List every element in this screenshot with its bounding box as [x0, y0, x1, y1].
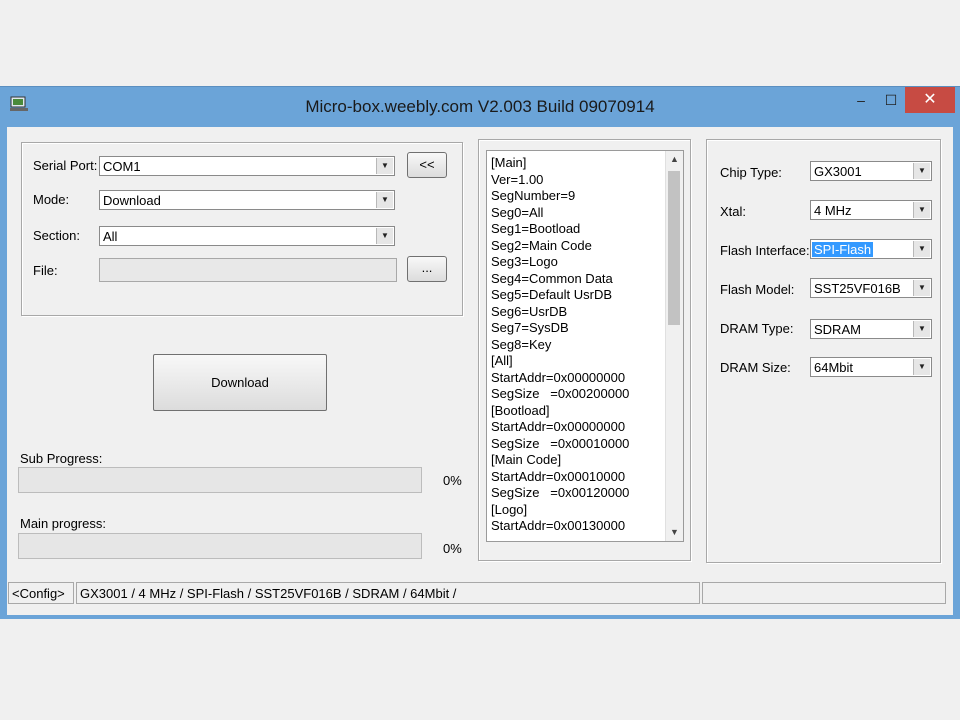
- dram-type-value: SDRAM: [814, 322, 861, 337]
- flash-interface-select[interactable]: SPI-Flash ▼: [810, 239, 932, 259]
- dram-size-value: 64Mbit: [814, 360, 854, 375]
- config-line: Seg7=SysDB: [491, 320, 569, 335]
- maximize-button[interactable]: ☐: [878, 87, 904, 113]
- chevron-down-icon[interactable]: ▼: [913, 359, 930, 375]
- minimize-button[interactable]: ‒: [848, 87, 874, 113]
- xtal-select[interactable]: 4 MHz ▼: [810, 200, 932, 220]
- dram-type-select[interactable]: SDRAM ▼: [810, 319, 932, 339]
- config-line: SegNumber=9: [491, 188, 576, 203]
- section-value: All: [103, 229, 118, 244]
- config-line: StartAddr=0x00000000: [491, 419, 626, 434]
- config-line: [All]: [491, 353, 513, 368]
- config-line: Seg1=Bootload: [491, 221, 581, 236]
- config-line: SegSize =0x00120000: [491, 485, 630, 500]
- flash-model-label: Flash Model:: [720, 282, 795, 297]
- mode-value: Download: [103, 193, 161, 208]
- xtal-value: 4 MHz: [814, 203, 852, 218]
- chevron-down-icon[interactable]: ▼: [376, 158, 393, 174]
- serial-port-select[interactable]: COM1 ▼: [99, 156, 395, 176]
- section-label: Section:: [33, 228, 80, 243]
- sub-progress-percent: 0%: [443, 473, 462, 488]
- config-line: Seg5=Default UsrDB: [491, 287, 613, 302]
- config-line: Ver=1.00: [491, 171, 544, 187]
- flash-model-value: SST25VF016B: [814, 281, 901, 296]
- config-line: [Main Code]: [491, 452, 562, 467]
- browse-button[interactable]: ...: [407, 256, 447, 282]
- serial-port-value: COM1: [103, 159, 141, 174]
- config-line: [Bootload]: [491, 402, 550, 418]
- config-lines: [Main] Ver=1.00 SegNumber=9 Seg0=All Seg1=Bo…: [491, 155, 661, 535]
- config-line: [Main]: [491, 155, 527, 170]
- chip-type-label: Chip Type:: [720, 165, 782, 180]
- config-line: Seg6=UsrDB: [491, 303, 568, 319]
- chevron-down-icon[interactable]: ▼: [913, 280, 930, 296]
- file-label: File:: [33, 263, 58, 278]
- status-extra-pane: [702, 582, 946, 604]
- chevron-down-icon[interactable]: ▼: [913, 202, 930, 218]
- config-line: Seg3=Logo: [491, 254, 558, 269]
- file-path-input[interactable]: [99, 258, 397, 282]
- config-status-button[interactable]: <Config>: [8, 582, 74, 604]
- close-button[interactable]: ✕: [905, 87, 955, 113]
- xtal-label: Xtal:: [720, 204, 747, 219]
- chevron-down-icon[interactable]: ▼: [913, 163, 930, 179]
- vertical-scrollbar[interactable]: ▲ ▼: [665, 151, 683, 541]
- mode-label: Mode:: [33, 192, 70, 207]
- scrollbar-thumb[interactable]: [668, 171, 680, 325]
- dram-size-label: DRAM Size:: [720, 360, 791, 375]
- config-line: StartAddr=0x00010000: [491, 468, 626, 484]
- main-progress-label: Main progress:: [20, 516, 106, 531]
- sub-progress-bar: [18, 467, 422, 493]
- collapse-button[interactable]: <<: [407, 152, 447, 178]
- config-line: Seg8=Key: [491, 336, 552, 352]
- dram-type-label: DRAM Type:: [720, 321, 794, 336]
- main-progress-bar: [18, 533, 422, 559]
- config-line: StartAddr=0x00130000: [491, 518, 626, 533]
- title-bar[interactable]: Micro-box.weebly.com V2.003 Build 090709…: [0, 87, 960, 127]
- config-text-box[interactable]: [Main] Ver=1.00 SegNumber=9 Seg0=All Seg1=Bo…: [486, 150, 684, 542]
- chevron-down-icon[interactable]: ▼: [913, 321, 930, 337]
- config-line: [Logo]: [491, 501, 528, 517]
- config-line: Seg4=Common Data: [491, 270, 613, 286]
- chevron-down-icon[interactable]: ▼: [376, 228, 393, 244]
- mode-select[interactable]: Download ▼: [99, 190, 395, 210]
- config-line: StartAddr=0x00000000: [491, 369, 626, 385]
- sub-progress-label: Sub Progress:: [20, 451, 103, 466]
- config-line: Seg0=All: [491, 204, 544, 220]
- serial-port-label: Serial Port:: [33, 158, 98, 173]
- download-button[interactable]: Download: [153, 354, 327, 411]
- chip-type-select[interactable]: GX3001 ▼: [810, 161, 932, 181]
- chevron-down-icon[interactable]: ▼: [376, 192, 393, 208]
- config-button-label: <Config>: [12, 586, 65, 601]
- config-line: SegSize =0x00200000: [491, 386, 630, 401]
- window-title: Micro-box.weebly.com V2.003 Build 090709…: [305, 97, 655, 116]
- flash-interface-label: Flash Interface:: [720, 243, 810, 258]
- dram-size-select[interactable]: 64Mbit ▼: [810, 357, 932, 377]
- chip-type-value: GX3001: [814, 164, 862, 179]
- status-summary: GX3001 / 4 MHz / SPI-Flash / SST25VF016B…: [76, 582, 700, 604]
- flash-model-select[interactable]: SST25VF016B ▼: [810, 278, 932, 298]
- config-line: SegSize =0x00010000: [491, 435, 630, 451]
- section-select[interactable]: All ▼: [99, 226, 395, 246]
- status-summary-text: GX3001 / 4 MHz / SPI-Flash / SST25VF016B…: [80, 586, 457, 601]
- chevron-down-icon[interactable]: ▼: [666, 524, 683, 541]
- chevron-up-icon[interactable]: ▲: [666, 151, 683, 168]
- chevron-down-icon[interactable]: ▼: [913, 241, 930, 257]
- config-line: Seg2=Main Code: [491, 237, 592, 253]
- main-progress-percent: 0%: [443, 541, 462, 556]
- flash-interface-value: SPI-Flash: [812, 242, 874, 257]
